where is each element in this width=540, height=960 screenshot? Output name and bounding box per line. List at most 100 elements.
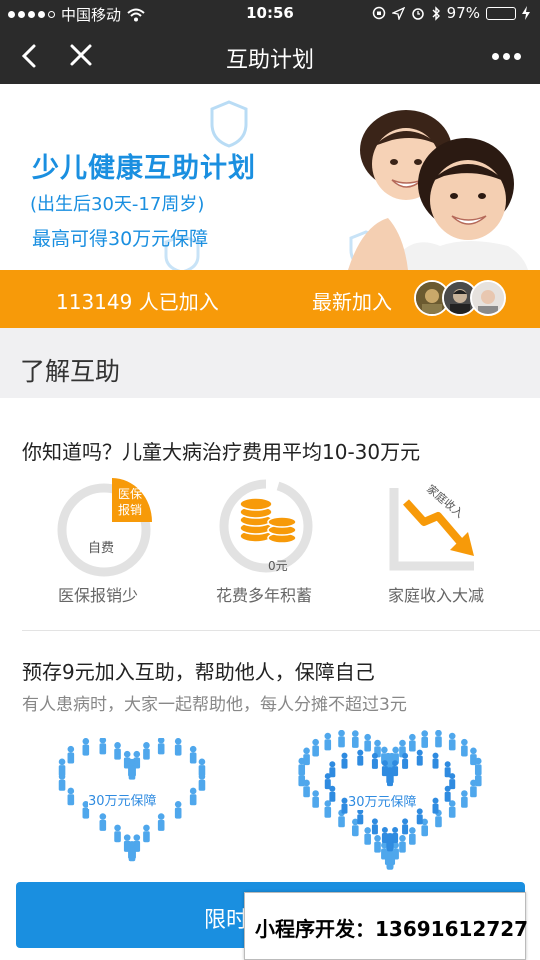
person-figure-icon: [448, 800, 456, 818]
location-icon: [391, 6, 405, 20]
cost-question: 你知道吗？儿童大病治疗费用平均10-30万元: [22, 440, 421, 464]
person-figure-icon: [189, 745, 197, 764]
person-figure-icon: [143, 742, 150, 760]
person-figure-icon: [157, 813, 165, 831]
person-figure-icon: [128, 758, 135, 777]
person-figure-icon: [329, 761, 336, 778]
shield-decoration-icon: [210, 100, 248, 148]
person-figure-icon: [386, 767, 393, 784]
person-figure-icon: [174, 738, 182, 756]
children-photo: [348, 110, 528, 270]
plan-subtitle: 有人患病时，大家一起帮助他，每人分摊不超过3元: [22, 695, 407, 715]
income-drop-icon: 家庭收入: [389, 482, 474, 571]
divider: [22, 630, 540, 631]
person-figure-icon: [357, 749, 364, 766]
person-figure-icon: [312, 738, 319, 757]
pie-label-selfpay: 自费: [88, 541, 114, 556]
hero-age-range: (出生后30天-17周岁): [30, 194, 205, 215]
icon-label-income: 家庭收入大减: [387, 586, 484, 605]
more-button[interactable]: [486, 38, 526, 74]
newest-avatars[interactable]: [414, 280, 510, 318]
heart-label-large: 30万元保障: [348, 791, 417, 810]
watermark-text: 小程序开发：13691612727: [255, 917, 529, 941]
person-figure-icon: [324, 800, 332, 818]
pie-label-reimburse: 报销: [118, 502, 142, 517]
person-figure-icon: [341, 797, 348, 814]
person-figure-icon: [341, 752, 348, 769]
person-figure-icon: [58, 758, 66, 777]
status-bar: 中国移动 10:56 97%: [0, 0, 540, 28]
pie-label-medical: 医保: [118, 487, 142, 501]
page-title: 互助计划: [225, 48, 314, 73]
icon-label-reimburse: 医保报销少: [57, 586, 138, 605]
person-figure-icon: [402, 752, 409, 769]
more-dot: [502, 52, 510, 60]
person-figure-icon: [99, 813, 107, 831]
person-figure-icon: [421, 730, 428, 748]
person-figure-icon: [364, 827, 371, 845]
person-figure-icon: [432, 752, 439, 769]
person-figure-icon: [381, 826, 388, 843]
person-figure-icon: [449, 773, 456, 790]
newest-label: 最新加入: [312, 290, 392, 314]
person-figure-icon: [409, 733, 416, 752]
person-figure-icon: [470, 779, 477, 798]
person-figure-icon: [82, 738, 90, 756]
hero-banner[interactable]: 少儿健康互助计划 (出生后30天-17周岁) 最高可得30万元保障: [0, 84, 540, 270]
income-label: 家庭收入: [424, 482, 467, 521]
person-figure-icon: [99, 738, 107, 755]
person-figure-icon: [409, 827, 416, 845]
status-right: 97%: [372, 4, 530, 22]
person-figure-icon: [357, 808, 364, 825]
charging-icon: [522, 6, 530, 20]
member-band[interactable]: 113149 人已加入 最新加入: [0, 270, 540, 328]
person-figure-icon: [392, 760, 399, 777]
avatar: [470, 280, 506, 316]
pie-chart-icon: 医保 报销 自费: [57, 478, 152, 577]
person-figure-icon: [133, 750, 141, 769]
battery-icon: [486, 6, 516, 20]
person-figure-icon: [352, 730, 359, 748]
hero-benefit: 最高可得30万元保障: [32, 228, 209, 250]
person-figure-icon: [399, 835, 406, 853]
person-figure-icon: [189, 787, 197, 806]
person-figure-icon: [448, 732, 456, 751]
contact-watermark: 小程序开发：13691612727: [244, 892, 529, 960]
person-figure-icon: [432, 797, 439, 814]
battery-percent: 97%: [446, 4, 480, 22]
person-figure-icon: [435, 730, 442, 748]
more-dot: [491, 52, 499, 60]
person-figure-icon: [416, 808, 423, 825]
person-figure-icon: [157, 738, 165, 755]
person-figure-icon: [371, 752, 378, 769]
person-figure-icon: [324, 732, 332, 751]
rotation-lock-icon: [372, 6, 385, 20]
person-figure-icon: [67, 787, 75, 806]
person-figure-icon: [67, 745, 75, 764]
icon-label-savings: 花费多年积蓄: [215, 586, 312, 605]
coins-zero-label: 0元: [268, 559, 288, 573]
person-figure-icon: [143, 824, 150, 843]
more-dot: [513, 52, 521, 60]
person-figure-icon: [198, 773, 206, 791]
member-count: 113149 人已加入: [56, 290, 219, 314]
person-figure-icon: [402, 818, 409, 835]
bluetooth-icon: [432, 5, 440, 21]
alarm-icon: [411, 8, 424, 20]
person-figure-icon: [338, 730, 345, 748]
join-button-label: 限时: [204, 908, 249, 933]
plan-title: 预存9元加入互助，帮助他人，保障自己: [22, 660, 375, 684]
person-figure-icon: [364, 733, 371, 752]
navigation-bar: 互助计划: [0, 28, 540, 84]
section-title: 了解互助: [20, 357, 121, 386]
person-figure-icon: [444, 785, 451, 802]
person-figure-icon: [174, 800, 182, 819]
person-figure-icon: [371, 818, 378, 835]
person-figure-icon: [303, 747, 310, 766]
coins-icon: 0元: [219, 479, 313, 573]
person-figure-icon: [114, 742, 121, 760]
person-figure-icon: [114, 824, 121, 843]
heart-label-small: 30万元保障: [88, 790, 157, 809]
person-figure-icon: [416, 749, 423, 766]
person-figure-icon: [312, 790, 319, 808]
